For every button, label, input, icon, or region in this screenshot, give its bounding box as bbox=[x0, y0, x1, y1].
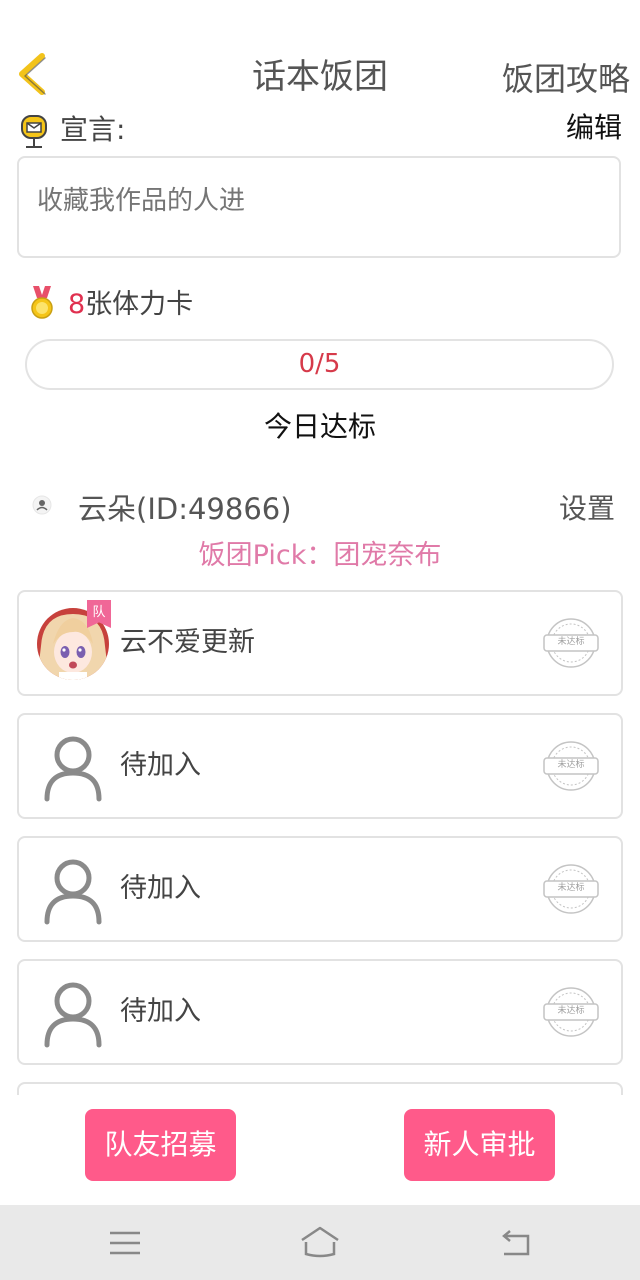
status-text: 未达标 bbox=[557, 760, 585, 770]
status-text: 未达标 bbox=[557, 883, 585, 893]
declaration-box[interactable] bbox=[17, 156, 621, 258]
member-card[interactable]: 队 云不爱更新 未达标 bbox=[17, 590, 623, 696]
progress-bar: 0/5 bbox=[25, 339, 614, 390]
medal-icon bbox=[28, 286, 56, 320]
user-outline-icon bbox=[37, 854, 109, 926]
member-card[interactable] bbox=[17, 1082, 623, 1095]
status-text: 未达标 bbox=[557, 1006, 585, 1016]
recruit-teammates-button[interactable]: 队友招募 bbox=[85, 1109, 236, 1181]
stamina-suffix: 张体力卡 bbox=[85, 289, 194, 320]
edit-button[interactable]: 编辑 bbox=[566, 108, 622, 148]
leader-name: 云朵(ID:49866) bbox=[78, 492, 292, 526]
leader-avatar[interactable] bbox=[32, 495, 52, 515]
mailbox-icon bbox=[20, 114, 48, 150]
stamp-icon: 未达标 bbox=[543, 863, 599, 915]
approve-newcomers-button[interactable]: 新人审批 bbox=[404, 1109, 555, 1181]
menu-icon[interactable] bbox=[108, 1228, 142, 1258]
user-outline-icon bbox=[37, 977, 109, 1049]
progress-text: 0/5 bbox=[298, 349, 341, 379]
member-card[interactable]: 待加入 未达标 bbox=[17, 713, 623, 819]
user-outline-icon bbox=[37, 731, 109, 803]
status-text: 未达标 bbox=[557, 637, 585, 647]
stamp-icon: 未达标 bbox=[543, 617, 599, 669]
back-nav-icon[interactable] bbox=[498, 1228, 532, 1258]
home-icon[interactable] bbox=[298, 1224, 342, 1260]
member-name: 待加入 bbox=[120, 873, 201, 904]
stamina-card-count: 8张体力卡 bbox=[68, 285, 193, 325]
stamina-count: 8 bbox=[68, 289, 86, 320]
settings-button[interactable]: 设置 bbox=[559, 488, 615, 530]
member-name: 待加入 bbox=[120, 750, 201, 781]
declaration-input[interactable] bbox=[37, 186, 597, 216]
member-list: 队 云不爱更新 未达标 待加入 未达标 待加入 未达标 待加入 未达标 bbox=[17, 590, 623, 1095]
member-name: 云不爱更新 bbox=[120, 627, 255, 658]
member-card[interactable]: 待加入 未达标 bbox=[17, 959, 623, 1065]
stamp-icon: 未达标 bbox=[543, 740, 599, 792]
declaration-label: 宣言: bbox=[60, 113, 126, 146]
member-card[interactable]: 待加入 未达标 bbox=[17, 836, 623, 942]
today-target-label: 今日达标 bbox=[263, 410, 376, 443]
guide-link[interactable]: 饭团攻略 bbox=[502, 55, 630, 103]
stamp-icon: 未达标 bbox=[543, 986, 599, 1038]
team-pick: 饭团Pick：团宠奈布 bbox=[198, 540, 442, 571]
member-name: 待加入 bbox=[120, 996, 201, 1027]
